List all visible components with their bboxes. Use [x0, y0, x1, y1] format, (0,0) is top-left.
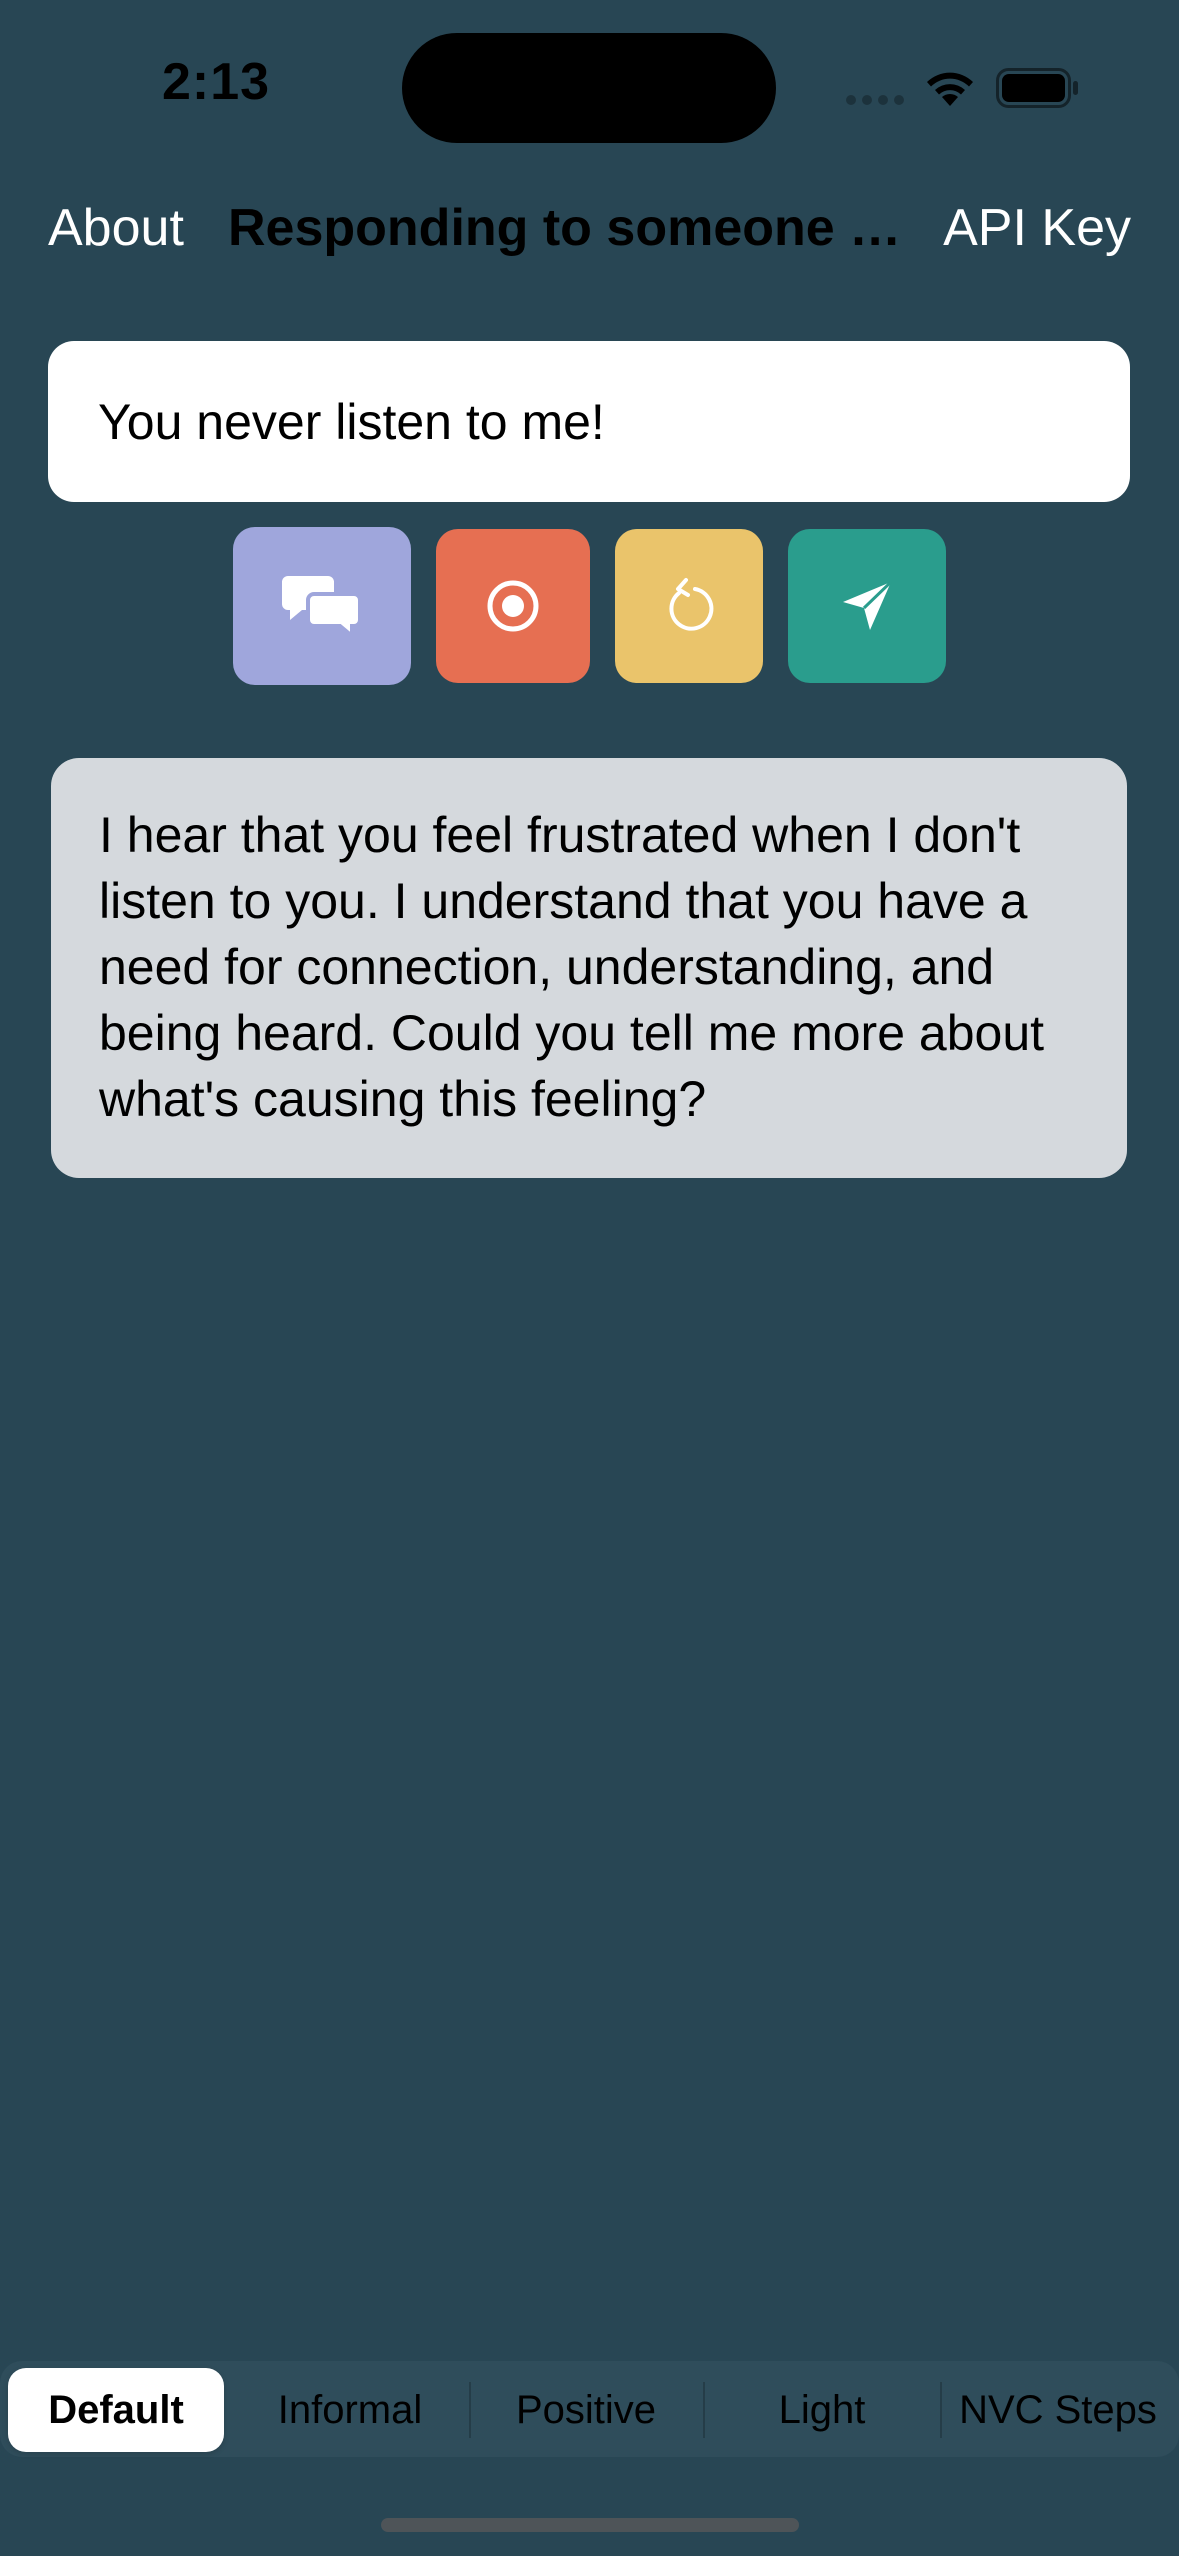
record-icon: [487, 580, 539, 632]
send-icon: [843, 580, 893, 630]
api-key-button[interactable]: API Key: [943, 198, 1131, 258]
segment-divider: [940, 2382, 942, 2438]
battery-icon: [996, 68, 1078, 108]
reset-button[interactable]: [615, 529, 763, 683]
reset-icon: [669, 578, 714, 631]
conversation-button[interactable]: [233, 527, 411, 685]
segment-nvc-steps[interactable]: NVC Steps: [943, 2368, 1173, 2452]
home-indicator[interactable]: [381, 2518, 799, 2532]
response-bubble: I hear that you feel frustrated when I d…: [51, 758, 1127, 1178]
cellular-signal-icon: [846, 95, 904, 105]
send-button[interactable]: [788, 529, 946, 683]
segment-default[interactable]: Default: [8, 2368, 224, 2452]
segment-informal[interactable]: Informal: [234, 2368, 466, 2452]
record-button[interactable]: [436, 529, 590, 683]
message-input-container[interactable]: [48, 341, 1130, 502]
status-time: 2:13: [162, 53, 271, 111]
segment-divider: [703, 2382, 705, 2438]
speech-bubbles-icon: [282, 576, 362, 638]
wifi-icon: [927, 72, 973, 106]
nav-title: Responding to someone el...: [228, 199, 908, 257]
message-input[interactable]: [98, 392, 1080, 451]
segment-positive[interactable]: Positive: [472, 2368, 700, 2452]
about-button[interactable]: About: [48, 198, 184, 258]
dynamic-island: [402, 33, 776, 143]
segment-divider: [469, 2382, 471, 2438]
segment-light[interactable]: Light: [706, 2368, 938, 2452]
response-text: I hear that you feel frustrated when I d…: [99, 807, 1045, 1127]
